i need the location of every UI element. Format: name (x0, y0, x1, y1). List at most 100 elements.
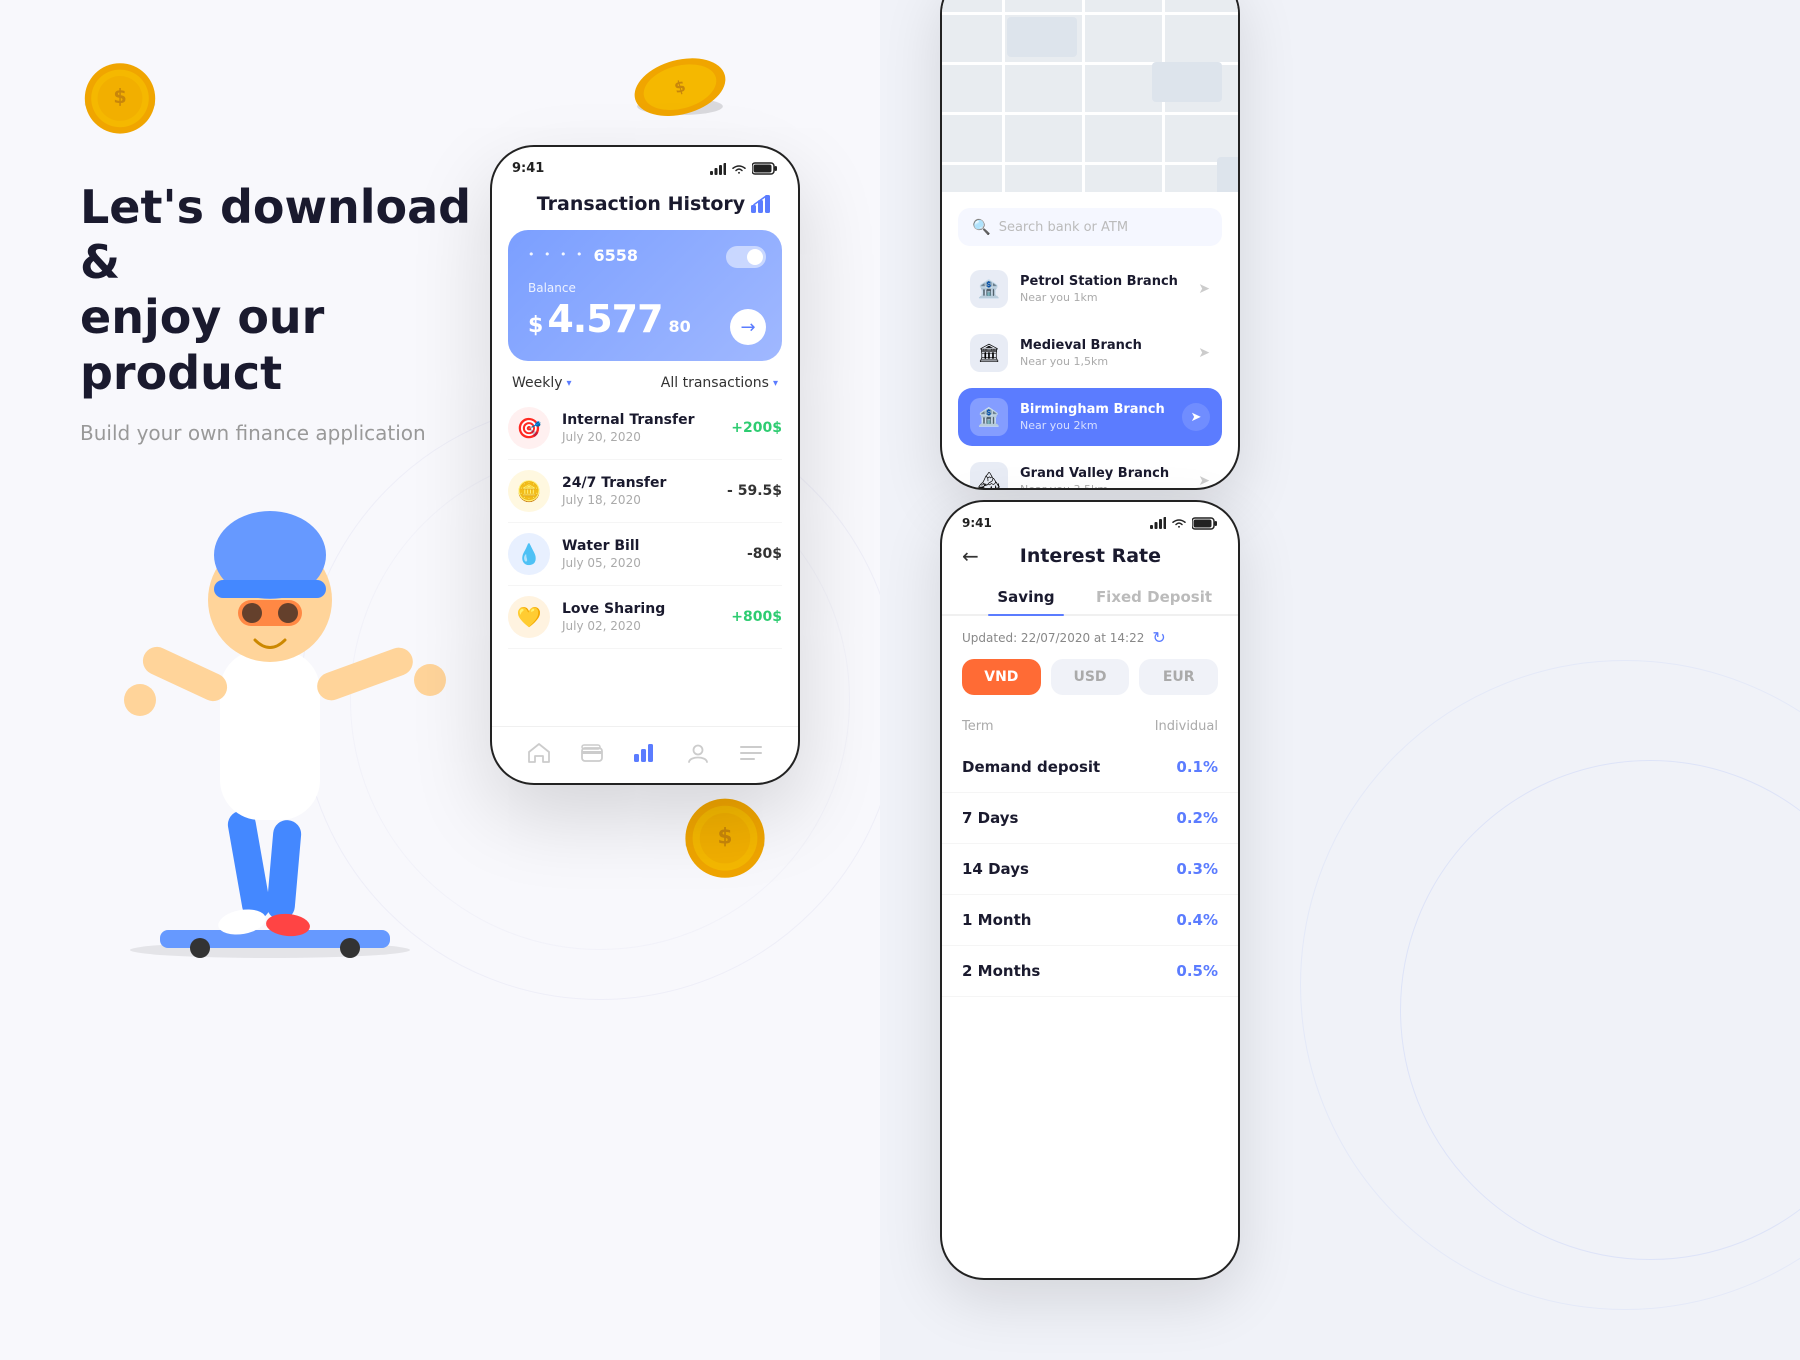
ir-tabs: Saving Fixed Deposit (942, 580, 1238, 616)
search-bar[interactable]: 🔍 Search bank or ATM (958, 208, 1222, 246)
chart-icon[interactable] (746, 188, 778, 220)
ir-rate-4: 0.5% (1176, 962, 1218, 980)
txn-info-water: Water Bill July 05, 2020 (562, 538, 735, 570)
transactions-list: 🎯 Internal Transfer July 20, 2020 +200$ … (492, 397, 798, 726)
card-dots: • • • • (528, 248, 585, 261)
ir-term-3: 1 Month (962, 911, 1031, 929)
status-icons (710, 162, 778, 175)
txn-name-0: Internal Transfer (562, 412, 719, 428)
branch-icon: 🏦 (970, 270, 1008, 308)
ir-status-icons (1150, 517, 1218, 530)
ir-back-button[interactable]: ← (962, 544, 979, 568)
signal-icon (710, 163, 726, 175)
table-row[interactable]: 🪙 24/7 Transfer July 18, 2020 - 59.5$ (508, 460, 782, 523)
currency-vnd-button[interactable]: VND (962, 659, 1041, 695)
balance-cents: 80 (669, 317, 691, 336)
branch-info-0: Petrol Station Branch Near you 1km (1020, 274, 1186, 304)
balance-main: 4.577 (547, 297, 662, 341)
table-row[interactable]: 14 Days 0.3% (942, 844, 1238, 895)
ir-title: Interest Rate (989, 545, 1192, 567)
search-placeholder: Search bank or ATM (999, 220, 1128, 235)
svg-text:$: $ (717, 825, 732, 850)
table-row[interactable]: 💧 Water Bill July 05, 2020 -80$ (508, 523, 782, 586)
ir-refresh-icon[interactable]: ↻ (1152, 628, 1165, 647)
deco-arc-r2 (1300, 660, 1800, 1310)
ir-status-bar: 9:41 (942, 502, 1238, 536)
branch-arrow-icon-0: ➤ (1198, 281, 1210, 297)
map-search-area: 🔍 Search bank or ATM 🏦 Petrol Station Br… (942, 192, 1238, 490)
right-section: 🔍 Search bank or ATM 🏦 Petrol Station Br… (880, 0, 1800, 1360)
ir-col-individual: Individual (1155, 719, 1218, 734)
branch-icon-2: 🏦 (970, 398, 1008, 436)
weekly-filter[interactable]: Weekly ▾ (512, 375, 572, 391)
currency-usd-button[interactable]: USD (1051, 659, 1130, 695)
search-icon: 🔍 (972, 218, 991, 236)
ir-currency-selector: VND USD EUR (942, 659, 1238, 711)
card-toggle-circle (747, 249, 763, 265)
battery-icon (752, 162, 778, 175)
coin-top-left: $ (80, 60, 160, 140)
ir-updated-row: Updated: 22/07/2020 at 14:22 ↻ (942, 628, 1238, 659)
tab-fixed-deposit[interactable]: Fixed Deposit (1090, 580, 1218, 614)
branch-dist-1: Near you 1,5km (1020, 355, 1186, 368)
coin-top-center: $ (630, 55, 730, 125)
balance-dollar: $ (528, 313, 543, 338)
txn-name-1: 24/7 Transfer (562, 475, 715, 491)
ir-term-4: 2 Months (962, 962, 1040, 980)
nav-menu-icon[interactable] (737, 739, 765, 767)
txn-info-love: Love Sharing July 02, 2020 (562, 601, 719, 633)
wifi-icon (731, 163, 747, 175)
table-row[interactable]: Demand deposit 0.1% (942, 742, 1238, 793)
card-toggle[interactable] (726, 246, 766, 268)
txn-amount-1: - 59.5$ (727, 483, 782, 499)
balance-card: • • • • 6558 Balance $ 4.577 80 → (508, 230, 782, 361)
list-item[interactable]: 🏔 Grand Valley Branch Near you 3,5km ➤ (958, 452, 1222, 490)
table-row[interactable]: 1 Month 0.4% (942, 895, 1238, 946)
phone-status-bar: 9:41 (492, 147, 798, 182)
list-item[interactable]: 🏦 Birmingham Branch Near you 2km ➤ (958, 388, 1222, 446)
tab-saving[interactable]: Saving (962, 580, 1090, 614)
nav-home-icon[interactable] (525, 739, 553, 767)
txn-name-3: Love Sharing (562, 601, 719, 617)
ir-term-2: 14 Days (962, 860, 1029, 878)
ir-term-1: 7 Days (962, 809, 1018, 827)
ir-header: ← Interest Rate (942, 536, 1238, 580)
weekly-chevron-icon: ▾ (567, 378, 572, 389)
list-item[interactable]: 🏦 Petrol Station Branch Near you 1km ➤ (958, 260, 1222, 318)
nav-profile-icon[interactable] (684, 739, 712, 767)
branch-arrow-icon-3: ➤ (1198, 473, 1210, 489)
skater-figure (60, 360, 480, 980)
table-row[interactable]: 🎯 Internal Transfer July 20, 2020 +200$ (508, 397, 782, 460)
currency-eur-button[interactable]: EUR (1139, 659, 1218, 695)
table-row[interactable]: 💛 Love Sharing July 02, 2020 +800$ (508, 586, 782, 649)
map-road (1082, 0, 1085, 192)
card-number: 6558 (593, 246, 638, 265)
ir-wifi-icon (1171, 517, 1187, 529)
list-item[interactable]: 🏛 Medieval Branch Near you 1,5km ➤ (958, 324, 1222, 382)
nav-cards-icon[interactable] (578, 739, 606, 767)
phone-interest: 9:41 (940, 500, 1240, 1280)
filter-row: Weekly ▾ All transactions ▾ (492, 361, 798, 397)
txn-info-transfer: Internal Transfer July 20, 2020 (562, 412, 719, 444)
all-transactions-filter[interactable]: All transactions ▾ (661, 375, 778, 391)
branch-dist-0: Near you 1km (1020, 291, 1186, 304)
ir-rate-2: 0.3% (1176, 860, 1218, 878)
branch-name-1: Medieval Branch (1020, 338, 1186, 353)
balance-arrow-btn[interactable]: → (730, 309, 766, 345)
branch-name-2: Birmingham Branch (1020, 402, 1170, 417)
map-road (1002, 0, 1005, 192)
branch-info-3: Grand Valley Branch Near you 3,5km (1020, 466, 1186, 490)
coin-bottom-right: $ (680, 795, 770, 885)
ir-updated-text: Updated: 22/07/2020 at 14:22 (962, 631, 1144, 645)
branch-icon-3: 🏔 (970, 462, 1008, 490)
nav-chart-icon[interactable] (631, 739, 659, 767)
txn-info-24-7: 24/7 Transfer July 18, 2020 (562, 475, 715, 507)
table-row[interactable]: 2 Months 0.5% (942, 946, 1238, 997)
table-row[interactable]: 7 Days 0.2% (942, 793, 1238, 844)
txn-icon-24-7: 🪙 (508, 470, 550, 512)
ir-table-header: Term Individual (942, 711, 1238, 742)
branch-dist-3: Near you 3,5km (1020, 483, 1186, 490)
all-transactions-label: All transactions (661, 375, 769, 391)
phone-header: Transaction History (492, 182, 798, 230)
ir-status-time: 9:41 (962, 516, 992, 530)
